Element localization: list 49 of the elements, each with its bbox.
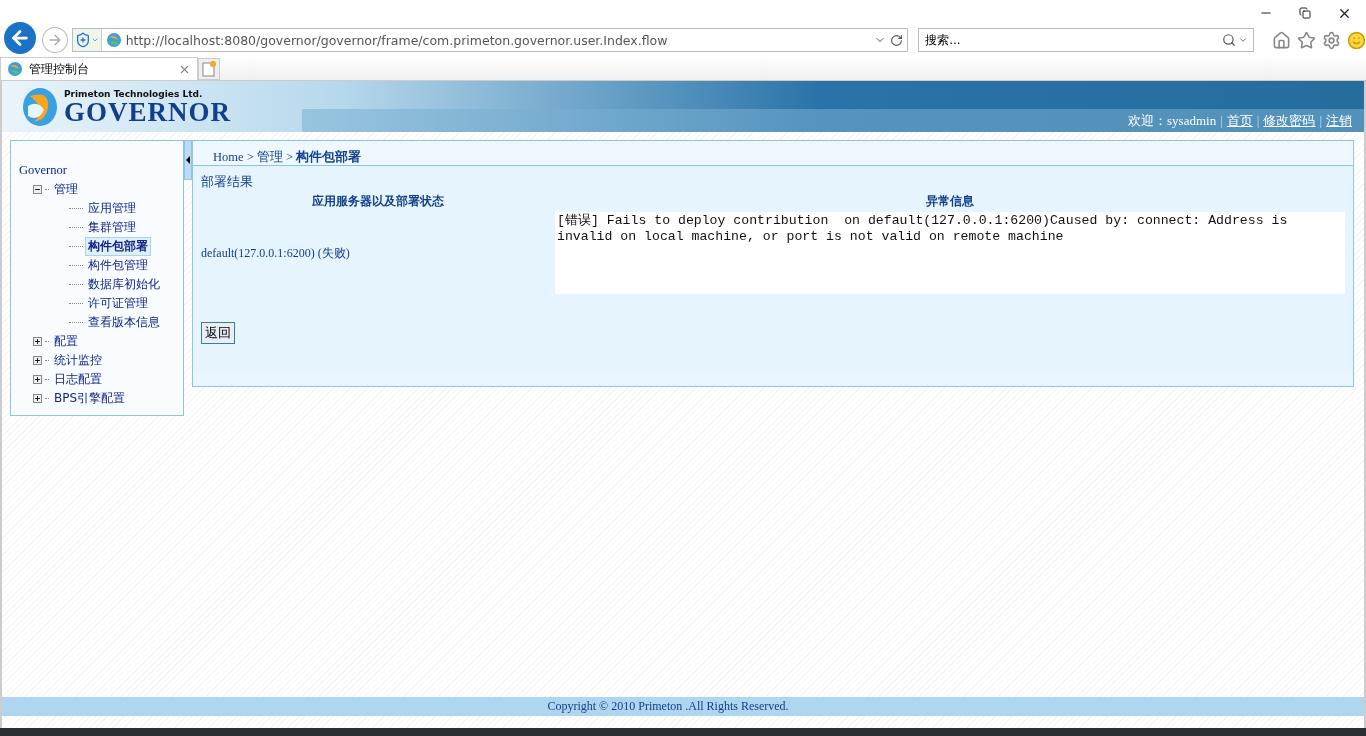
search-field[interactable]: 搜索... <box>918 28 1254 52</box>
search-icon[interactable] <box>1222 33 1236 47</box>
collapse-handle[interactable] <box>184 140 192 180</box>
expand-icon[interactable] <box>33 337 42 346</box>
site-icon <box>105 32 122 48</box>
company-name: Primeton Technologies Ltd. <box>64 88 204 99</box>
tree-item[interactable]: BPS引擎配置 <box>51 389 129 408</box>
tree-item[interactable]: 日志配置 <box>51 370 105 389</box>
tree-item[interactable]: 应用管理 <box>85 199 139 218</box>
expand-icon[interactable] <box>33 356 42 365</box>
tree-item[interactable]: 数据库初始化 <box>85 275 163 294</box>
link-separator: | <box>1256 112 1260 129</box>
tree-item[interactable]: 构件包部署 <box>85 237 151 256</box>
caret-icon[interactable] <box>1238 35 1248 45</box>
error-textarea[interactable]: [错误] Fails to deploy contribution on default(127.0.0.1:6200)Caused by: connect: Address is invalid on local machine, or port is not valid on remote machine <box>555 212 1345 294</box>
collapse-icon[interactable] <box>33 185 42 194</box>
browser-tab[interactable]: 管理控制台 <box>0 57 198 80</box>
expand-icon[interactable] <box>33 394 42 403</box>
tree-item[interactable]: 集群管理 <box>85 218 139 237</box>
link-separator: | <box>1220 112 1223 129</box>
back-button[interactable]: 返回 <box>201 322 235 344</box>
refresh-icon[interactable] <box>890 33 904 47</box>
shield-icon[interactable] <box>74 32 91 48</box>
site-icon <box>7 61 23 77</box>
settings-icon[interactable] <box>1322 30 1341 50</box>
restore-icon[interactable] <box>1299 7 1311 19</box>
star-icon[interactable] <box>1297 30 1316 50</box>
tree-item[interactable]: 构件包管理 <box>85 256 151 275</box>
home-icon[interactable] <box>1272 30 1291 50</box>
smiley-icon[interactable] <box>1347 30 1366 50</box>
welcome-text: 欢迎：sysadmin <box>1128 111 1217 130</box>
expand-icon[interactable] <box>33 375 42 384</box>
tree-item[interactable]: 管理 <box>51 180 81 199</box>
logo-icon <box>20 85 60 128</box>
tree-item[interactable]: 配置 <box>51 332 81 351</box>
breadcrumb: Home > 管理 > 构件包部署 <box>193 141 1353 166</box>
caret-icon[interactable] <box>90 36 99 44</box>
tree-item[interactable]: 许可证管理 <box>85 294 151 313</box>
address-bar[interactable]: http://localhost:8080/governor/governor/frame/com.primeton.governor.user.Index.flow <box>71 28 909 52</box>
section-title: 部署结果 <box>201 174 254 191</box>
copyright-text: Copyright © 2010 Primeton .All Rights Reserved. <box>547 699 789 713</box>
product-name: GOVERNOR <box>64 98 231 125</box>
tree-item[interactable]: 查看版本信息 <box>85 313 163 332</box>
column-header: 应用服务器以及部署状态 <box>311 193 445 210</box>
tree-item[interactable]: 统计监控 <box>51 351 105 370</box>
link-separator: | <box>1319 112 1322 129</box>
tree-root[interactable]: Governor <box>19 163 183 178</box>
column-header: 异常信息 <box>925 193 975 210</box>
server-status: default(127.0.0.1:6200) (失败) <box>201 244 350 262</box>
